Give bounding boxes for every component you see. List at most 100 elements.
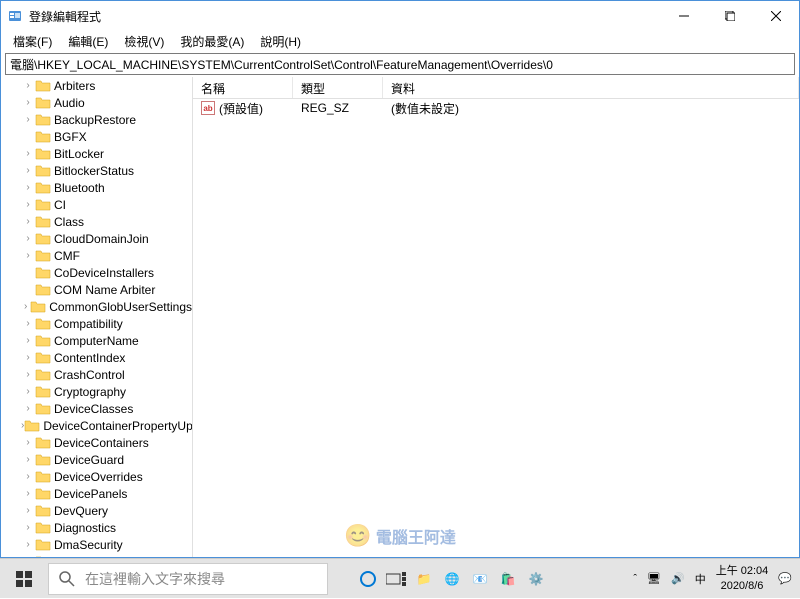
- app-icon-2[interactable]: 🌐: [440, 567, 464, 591]
- notification-icon[interactable]: 💬: [778, 572, 792, 585]
- folder-icon: [35, 147, 51, 161]
- tree-item[interactable]: BackupRestore: [1, 111, 192, 128]
- menu-file[interactable]: 檔案(F): [5, 31, 60, 51]
- folder-icon: [35, 96, 51, 110]
- tray-ime[interactable]: 中: [695, 571, 706, 587]
- tree-item[interactable]: ContentIndex: [1, 349, 192, 366]
- tree-panel[interactable]: ArbitersAudioBackupRestoreBGFXBitLockerB…: [1, 77, 193, 557]
- tree-item-label: DeviceClasses: [54, 402, 133, 416]
- folder-icon: [35, 317, 51, 331]
- tree-item[interactable]: BGFX: [1, 128, 192, 145]
- tree-expander-icon[interactable]: [21, 522, 35, 533]
- tree-expander-icon[interactable]: [21, 114, 35, 125]
- tree-expander-icon[interactable]: [21, 233, 35, 244]
- tree-expander-icon[interactable]: [21, 352, 35, 363]
- folder-icon: [35, 164, 51, 178]
- tree-item-label: COM Name Arbiter: [54, 283, 155, 297]
- list-header: 名稱 類型 資料: [193, 77, 799, 99]
- tree-expander-icon[interactable]: [21, 80, 35, 91]
- tree-item[interactable]: Bluetooth: [1, 179, 192, 196]
- start-button[interactable]: [0, 559, 48, 599]
- taskview-icon[interactable]: [384, 567, 408, 591]
- tree-item[interactable]: BitLocker: [1, 145, 192, 162]
- app-icon-4[interactable]: 🛍️: [496, 567, 520, 591]
- tree-expander-icon[interactable]: [21, 165, 35, 176]
- tree-item-label: ComputerName: [54, 334, 139, 348]
- maximize-button[interactable]: [707, 1, 753, 31]
- tree-expander-icon[interactable]: [21, 335, 35, 346]
- list-row[interactable]: ab (預設值) REG_SZ (數值未設定): [193, 99, 799, 117]
- tree-expander-icon[interactable]: [21, 403, 35, 414]
- tree-item[interactable]: DeviceOverrides: [1, 468, 192, 485]
- window-title: 登錄編輯程式: [29, 8, 661, 25]
- tree-expander-icon[interactable]: [21, 488, 35, 499]
- menu-help[interactable]: 說明(H): [252, 31, 309, 51]
- tree-item-label: DeviceContainers: [54, 436, 149, 450]
- tree-item[interactable]: CrashControl: [1, 366, 192, 383]
- tree-expander-icon[interactable]: [21, 386, 35, 397]
- tree-expander-icon[interactable]: [21, 182, 35, 193]
- tree-expander-icon[interactable]: [21, 471, 35, 482]
- taskbar-search[interactable]: 在這裡輸入文字來搜尋: [48, 563, 328, 595]
- tree-item[interactable]: DeviceClasses: [1, 400, 192, 417]
- tree-item[interactable]: CoDeviceInstallers: [1, 264, 192, 281]
- tree-item[interactable]: Audio: [1, 94, 192, 111]
- app-icon-3[interactable]: 📧: [468, 567, 492, 591]
- tree-expander-icon[interactable]: [21, 199, 35, 210]
- tree-item-label: DmaSecurity: [54, 538, 123, 552]
- value-data-cell: (數值未設定): [383, 101, 799, 115]
- tree-expander-icon[interactable]: [21, 556, 35, 557]
- tree-item[interactable]: DmaSecurity: [1, 536, 192, 553]
- tree-item-label: Bluetooth: [54, 181, 105, 195]
- tree-item[interactable]: CommonGlobUserSettings: [1, 298, 192, 315]
- tree-item[interactable]: COM Name Arbiter: [1, 281, 192, 298]
- menu-view[interactable]: 檢視(V): [116, 31, 172, 51]
- minimize-button[interactable]: [661, 1, 707, 31]
- tree-item[interactable]: DeviceContainerPropertyUpdateEvents: [1, 417, 192, 434]
- tree-expander-icon[interactable]: [21, 301, 30, 312]
- tree-item[interactable]: CloudDomainJoin: [1, 230, 192, 247]
- tree-expander-icon[interactable]: [21, 369, 35, 380]
- tray-chevron-icon[interactable]: ˆ: [633, 573, 637, 585]
- menu-favorites[interactable]: 我的最愛(A): [172, 31, 252, 51]
- app-icon-1[interactable]: 📁: [412, 567, 436, 591]
- app-icon-5[interactable]: ⚙️: [524, 567, 548, 591]
- task-icons: 📁 🌐 📧 🛍️ ⚙️: [336, 567, 625, 591]
- tree-item[interactable]: Arbiters: [1, 77, 192, 94]
- header-data[interactable]: 資料: [383, 77, 799, 98]
- folder-icon: [35, 487, 51, 501]
- tray-volume-icon[interactable]: 🔊: [671, 572, 685, 585]
- tree-expander-icon[interactable]: [21, 148, 35, 159]
- tree-item-label: ContentIndex: [54, 351, 125, 365]
- close-button[interactable]: [753, 1, 799, 31]
- tree-item[interactable]: DevQuery: [1, 502, 192, 519]
- menu-edit[interactable]: 編輯(E): [60, 31, 116, 51]
- tree-expander-icon[interactable]: [21, 539, 35, 550]
- tree-expander-icon[interactable]: [21, 250, 35, 261]
- tree-item[interactable]: Cryptography: [1, 383, 192, 400]
- tree-item[interactable]: CI: [1, 196, 192, 213]
- header-name[interactable]: 名稱: [193, 77, 293, 98]
- tree-item[interactable]: CMF: [1, 247, 192, 264]
- tree-expander-icon[interactable]: [21, 437, 35, 448]
- tree-expander-icon[interactable]: [21, 318, 35, 329]
- cortana-icon[interactable]: [356, 567, 380, 591]
- tree-item[interactable]: Compatibility: [1, 315, 192, 332]
- tree-item[interactable]: Class: [1, 213, 192, 230]
- header-type[interactable]: 類型: [293, 77, 383, 98]
- tree-expander-icon[interactable]: [21, 505, 35, 516]
- tree-item[interactable]: DeviceContainers: [1, 434, 192, 451]
- tree-expander-icon[interactable]: [21, 97, 35, 108]
- tree-item[interactable]: DevicePanels: [1, 485, 192, 502]
- tree-item[interactable]: DeviceGuard: [1, 451, 192, 468]
- tree-item[interactable]: EarlyLaunch: [1, 553, 192, 557]
- taskbar-clock[interactable]: 上午 02:04 2020/8/6: [716, 564, 769, 593]
- tree-item[interactable]: Diagnostics: [1, 519, 192, 536]
- tree-expander-icon[interactable]: [21, 216, 35, 227]
- folder-icon: [35, 385, 51, 399]
- tree-expander-icon[interactable]: [21, 454, 35, 465]
- tree-item[interactable]: ComputerName: [1, 332, 192, 349]
- tree-item[interactable]: BitlockerStatus: [1, 162, 192, 179]
- tray-display-icon[interactable]: 🖥: [647, 572, 661, 585]
- address-bar[interactable]: 電腦\HKEY_LOCAL_MACHINE\SYSTEM\CurrentCont…: [5, 53, 795, 75]
